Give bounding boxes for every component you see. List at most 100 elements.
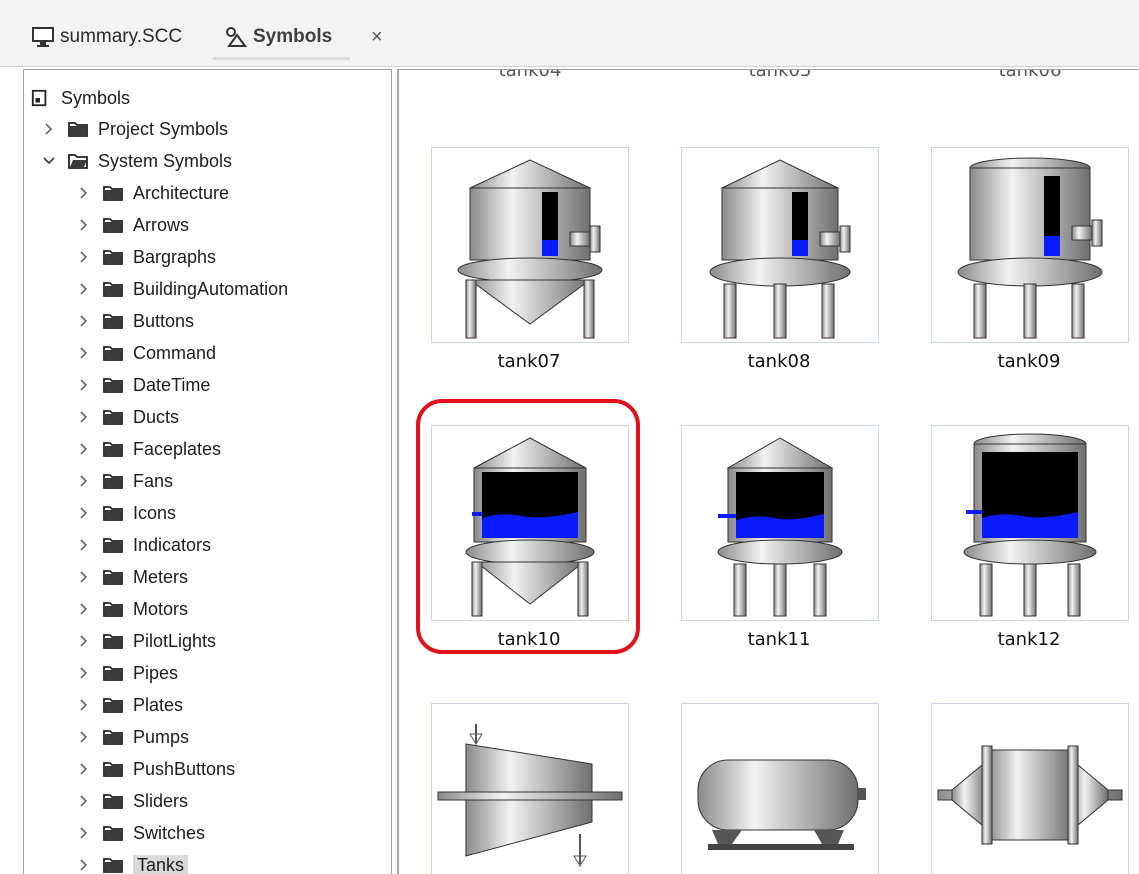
symbol-conveyor-hopper[interactable] [431, 703, 629, 874]
chevron-down-icon [42, 154, 56, 168]
tree-item-tanks[interactable]: Tanks [77, 850, 188, 874]
folder-icon [103, 793, 123, 809]
symbol-horizontal-tank[interactable] [681, 703, 879, 874]
folder-icon [103, 249, 123, 265]
folder-icon [103, 313, 123, 329]
folder-icon [103, 217, 123, 233]
cone-drum-icon [432, 704, 628, 874]
tab-label: Symbols [253, 26, 332, 48]
tree-label: Arrows [133, 215, 189, 236]
symbol-tank09[interactable] [931, 147, 1129, 343]
tree-item-motors[interactable]: Motors [77, 594, 188, 624]
chevron-right-icon [77, 538, 91, 552]
symbol-tank11[interactable] [681, 425, 879, 621]
tree-item-plates[interactable]: Plates [77, 690, 183, 720]
tree-item-project-symbols[interactable]: Project Symbols [42, 114, 228, 144]
tree-item-pipes[interactable]: Pipes [77, 658, 178, 688]
tab-symbols[interactable]: Symbols [225, 22, 332, 52]
tree-label: Switches [133, 823, 205, 844]
folder-icon [68, 121, 88, 137]
tree-item-switches[interactable]: Switches [77, 818, 205, 848]
symbol-caption: tank09 [931, 351, 1127, 372]
tank-with-gauge-icon [932, 148, 1128, 342]
folder-icon [103, 377, 123, 393]
tree-item-indicators[interactable]: Indicators [77, 530, 211, 560]
tree-item-bargraphs[interactable]: Bargraphs [77, 242, 216, 272]
tab-label: summary.SCC [60, 26, 182, 48]
tree-label: Fans [133, 471, 173, 492]
chevron-right-icon [77, 506, 91, 520]
chevron-right-icon [77, 474, 91, 488]
tree-item-sliders[interactable]: Sliders [77, 786, 188, 816]
chevron-right-icon [77, 666, 91, 680]
chevron-right-icon [77, 602, 91, 616]
tree-label: PushButtons [133, 759, 235, 780]
tree-item-arrows[interactable]: Arrows [77, 210, 189, 240]
symbol-caption: tank08 [681, 351, 877, 372]
monitor-icon [32, 26, 54, 48]
tank-with-gauge-icon [432, 148, 628, 342]
tree-label: Ducts [133, 407, 179, 428]
horizontal-tank-icon [682, 704, 878, 874]
symbols-icon [225, 26, 247, 48]
tree-label: Architecture [133, 183, 229, 204]
tree-item-buttons[interactable]: Buttons [77, 306, 194, 336]
chevron-right-icon [77, 314, 91, 328]
folder-icon [103, 729, 123, 745]
folder-open-icon [68, 153, 88, 169]
tree-item-command[interactable]: Command [77, 338, 216, 368]
close-tab-button[interactable]: × [371, 26, 383, 49]
tree-item-meters[interactable]: Meters [77, 562, 188, 592]
symbol-tank08[interactable] [681, 147, 879, 343]
tree-label: Bargraphs [133, 247, 216, 268]
chevron-right-icon [77, 730, 91, 744]
tree-label: Icons [133, 503, 176, 524]
tree-label: Plates [133, 695, 183, 716]
symbol-tank12[interactable] [931, 425, 1129, 621]
symbol-tank07[interactable] [431, 147, 629, 343]
tree-item-system-symbols[interactable]: System Symbols [42, 146, 232, 176]
tree-root[interactable]: Symbols [31, 83, 130, 113]
tree-item-architecture[interactable]: Architecture [77, 178, 229, 208]
filter-vessel-icon [932, 704, 1128, 874]
folder-icon [103, 409, 123, 425]
symbol-filter-vessel[interactable] [931, 703, 1129, 874]
tree-label: Faceplates [133, 439, 221, 460]
chevron-right-icon [42, 122, 56, 136]
tree-label: BuildingAutomation [133, 279, 288, 300]
symbol-tree[interactable]: Symbols Project Symbols System Symbols A… [23, 69, 392, 874]
tree-item-icons[interactable]: Icons [77, 498, 176, 528]
tree-item-fans[interactable]: Fans [77, 466, 173, 496]
tree-item-ducts[interactable]: Ducts [77, 402, 179, 432]
folder-icon [103, 441, 123, 457]
tree-label: Pumps [133, 727, 189, 748]
chevron-right-icon [77, 410, 91, 424]
folder-icon [103, 825, 123, 841]
tree-label: Meters [133, 567, 188, 588]
library-icon [31, 89, 49, 107]
symbol-caption: tank07 [431, 351, 627, 372]
tree-item-pumps[interactable]: Pumps [77, 722, 189, 752]
folder-icon [103, 857, 123, 873]
symbol-caption: tank12 [931, 629, 1127, 650]
tree-label: PilotLights [133, 631, 216, 652]
tree-item-datetime[interactable]: DateTime [77, 370, 210, 400]
tree-item-buildingautomation[interactable]: BuildingAutomation [77, 274, 288, 304]
tree-item-pilotlights[interactable]: PilotLights [77, 626, 216, 656]
folder-icon [103, 185, 123, 201]
tree-label: Pipes [133, 663, 178, 684]
tree-label: Buttons [133, 311, 194, 332]
tab-summary[interactable]: summary.SCC [32, 22, 182, 52]
tree-label: Symbols [61, 88, 130, 109]
tree-item-pushbuttons[interactable]: PushButtons [77, 754, 235, 784]
tree-label: Command [133, 343, 216, 364]
folder-icon [103, 537, 123, 553]
chevron-right-icon [77, 634, 91, 648]
chevron-right-icon [77, 442, 91, 456]
symbol-caption: tank04 [432, 69, 628, 81]
folder-icon [103, 505, 123, 521]
folder-icon [103, 665, 123, 681]
tree-item-faceplates[interactable]: Faceplates [77, 434, 221, 464]
chevron-right-icon [77, 826, 91, 840]
tree-label: Sliders [133, 791, 188, 812]
